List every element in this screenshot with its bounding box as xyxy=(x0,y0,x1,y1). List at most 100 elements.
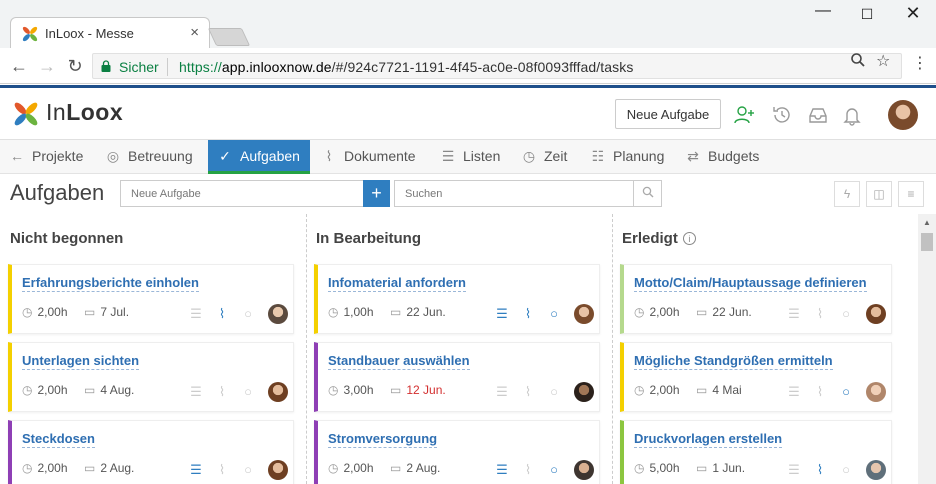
comment-icon[interactable]: ○ xyxy=(240,306,256,322)
nav-zeit[interactable]: ◷ Zeit xyxy=(522,140,567,174)
history-icon[interactable] xyxy=(771,104,793,126)
attachment-icon[interactable]: ⌇ xyxy=(812,462,828,478)
new-task-input[interactable] xyxy=(120,180,364,207)
nav-budgets[interactable]: ⇄ Budgets xyxy=(686,140,759,174)
task-card[interactable]: Steckdosen ◷ 2,00h ▭ 2 Aug. ☰ ⌇ ○ xyxy=(8,420,294,484)
calendar-icon: ▭ xyxy=(390,305,402,319)
reload-icon[interactable]: ↻ xyxy=(64,56,86,77)
attachment-icon[interactable]: ⌇ xyxy=(214,306,230,322)
search-button[interactable] xyxy=(634,180,662,207)
task-title[interactable]: Druckvorlagen erstellen xyxy=(634,431,783,448)
task-title[interactable]: Mögliche Standgrößen ermitteln xyxy=(634,353,833,370)
info-icon[interactable]: i xyxy=(682,232,696,245)
assignee-avatar[interactable] xyxy=(574,382,594,402)
bookmark-star-icon[interactable]: ☆ xyxy=(876,51,890,71)
assignee-avatar[interactable] xyxy=(574,460,594,480)
nav-listen[interactable]: ☰ Listen xyxy=(441,140,501,174)
task-hours-value: 2,00h xyxy=(37,383,68,397)
new-task-header-button[interactable]: Neue Aufgabe xyxy=(615,99,721,129)
assignee-avatar[interactable] xyxy=(268,382,288,402)
nav-dokumente[interactable]: ⌇ Dokumente xyxy=(322,140,416,174)
browser-tab[interactable]: InLoox - Messe × xyxy=(10,17,210,49)
nav-aufgaben-label: Aufgaben xyxy=(240,148,300,164)
comment-icon[interactable]: ○ xyxy=(546,462,562,478)
task-card[interactable]: Mögliche Standgrößen ermitteln ◷ 2,00h ▭ 4… xyxy=(620,342,892,412)
list-icon: ☰ xyxy=(441,148,455,164)
assignee-avatar[interactable] xyxy=(866,304,886,324)
tab-close-icon[interactable]: × xyxy=(190,24,199,41)
checklist-icon[interactable]: ☰ xyxy=(494,462,510,478)
forward-arrow-icon[interactable]: → xyxy=(36,56,58,77)
comment-icon[interactable]: ○ xyxy=(838,462,854,478)
task-title[interactable]: Infomaterial anfordern xyxy=(328,275,466,292)
bell-icon[interactable] xyxy=(841,104,863,126)
assignee-avatar[interactable] xyxy=(268,460,288,480)
checklist-icon[interactable]: ☰ xyxy=(786,384,802,400)
clock-icon: ◷ xyxy=(634,383,645,397)
scroll-up-arrow-icon[interactable]: ▲ xyxy=(923,218,931,227)
attachment-icon[interactable]: ⌇ xyxy=(812,384,828,400)
attachment-icon[interactable]: ⌇ xyxy=(214,462,230,478)
search-input[interactable] xyxy=(394,180,634,207)
inloox-logo-icon[interactable] xyxy=(12,100,40,128)
task-due-value: 4 Mai xyxy=(712,383,742,397)
task-title[interactable]: Stromversorgung xyxy=(328,431,438,448)
attachment-icon[interactable]: ⌇ xyxy=(520,384,536,400)
window-maximize-icon[interactable]: ☐ xyxy=(852,6,882,23)
url-field[interactable]: Sicher https://app.inlooxnow.de/#/924c77… xyxy=(92,53,902,79)
task-card[interactable]: Druckvorlagen erstellen ◷ 5,00h ▭ 1 Jun. ☰… xyxy=(620,420,892,484)
task-hours-value: 1,00h xyxy=(343,305,374,319)
attachment-icon[interactable]: ⌇ xyxy=(520,306,536,322)
attachment-icon[interactable]: ⌇ xyxy=(520,462,536,478)
nav-betreuung[interactable]: ◎ Betreuung xyxy=(106,140,193,174)
add-task-button[interactable]: + xyxy=(363,180,390,207)
browser-menu-icon[interactable]: ⋮ xyxy=(912,53,928,73)
comment-icon[interactable]: ○ xyxy=(240,384,256,400)
checklist-icon[interactable]: ☰ xyxy=(786,306,802,322)
assignee-avatar[interactable] xyxy=(574,304,594,324)
checklist-icon[interactable]: ☰ xyxy=(188,462,204,478)
checklist-icon[interactable]: ☰ xyxy=(786,462,802,478)
attachment-icon[interactable]: ⌇ xyxy=(812,306,828,322)
nav-projekte[interactable]: ← Projekte xyxy=(10,140,83,174)
checklist-icon[interactable]: ☰ xyxy=(188,384,204,400)
board-scrollbar[interactable]: ▲ xyxy=(918,214,936,484)
filter-view-icon[interactable]: ϟ xyxy=(834,181,860,207)
task-card[interactable]: Motto/Claim/Hauptaussage definieren ◷ 2,0… xyxy=(620,264,892,334)
window-close-icon[interactable]: ✕ xyxy=(898,3,928,24)
task-title[interactable]: Erfahrungsberichte einholen xyxy=(22,275,199,292)
task-card[interactable]: Standbauer auswählen ◷ 3,00h ▭ 12 Jun. ☰ ⌇… xyxy=(314,342,600,412)
attachment-icon[interactable]: ⌇ xyxy=(214,384,230,400)
task-card[interactable]: Stromversorgung ◷ 2,00h ▭ 2 Aug. ☰ ⌇ ○ xyxy=(314,420,600,484)
inbox-icon[interactable] xyxy=(807,104,829,126)
task-card[interactable]: Unterlagen sichten ◷ 2,00h ▭ 4 Aug. ☰ ⌇ ○ xyxy=(8,342,294,412)
scrollbar-thumb[interactable] xyxy=(921,233,933,251)
window-minimize-icon[interactable]: — xyxy=(808,2,838,20)
zoom-icon[interactable] xyxy=(850,52,866,68)
comment-icon[interactable]: ○ xyxy=(240,462,256,478)
comment-icon[interactable]: ○ xyxy=(838,306,854,322)
nav-planung[interactable]: ☷ Planung xyxy=(591,140,665,174)
nav-aufgaben[interactable]: ✓ Aufgaben xyxy=(208,140,310,174)
back-arrow-icon[interactable]: ← xyxy=(8,56,30,77)
assignee-avatar[interactable] xyxy=(866,460,886,480)
comment-icon[interactable]: ○ xyxy=(546,384,562,400)
add-user-icon[interactable] xyxy=(733,104,755,126)
task-card[interactable]: Erfahrungsberichte einholen ◷ 2,00h ▭ 7 Ju… xyxy=(8,264,294,334)
task-title[interactable]: Unterlagen sichten xyxy=(22,353,140,370)
checklist-icon[interactable]: ☰ xyxy=(188,306,204,322)
comment-icon[interactable]: ○ xyxy=(546,306,562,322)
comment-icon[interactable]: ○ xyxy=(838,384,854,400)
assignee-avatar[interactable] xyxy=(268,304,288,324)
user-avatar[interactable] xyxy=(888,100,918,130)
list-view-icon[interactable]: ≡ xyxy=(898,181,924,207)
board-view-icon[interactable]: ◫ xyxy=(866,181,892,207)
task-title[interactable]: Steckdosen xyxy=(22,431,95,448)
checklist-icon[interactable]: ☰ xyxy=(494,384,510,400)
assignee-avatar[interactable] xyxy=(866,382,886,402)
new-tab-button[interactable] xyxy=(207,28,251,46)
checklist-icon[interactable]: ☰ xyxy=(494,306,510,322)
task-title[interactable]: Motto/Claim/Hauptaussage definieren xyxy=(634,275,867,292)
task-card[interactable]: Infomaterial anfordern ◷ 1,00h ▭ 22 Jun. ☰… xyxy=(314,264,600,334)
task-title[interactable]: Standbauer auswählen xyxy=(328,353,470,370)
